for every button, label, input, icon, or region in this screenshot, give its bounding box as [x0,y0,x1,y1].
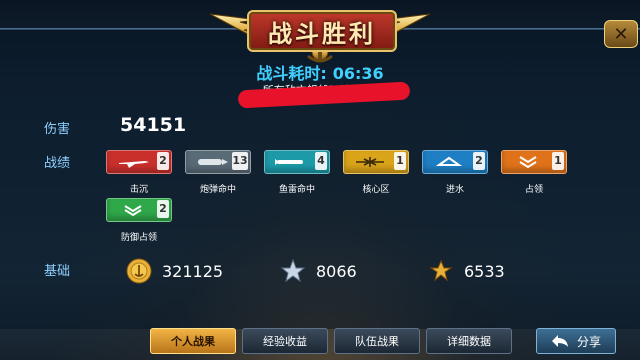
medal-count: 4 [315,152,327,170]
tab-detailed-data[interactable]: 详细数据 [426,328,512,354]
medal-badge: 2 [422,150,488,174]
tab-team-results[interactable]: 队伍战果 [334,328,420,354]
close-button[interactable]: ✕ [604,20,638,48]
coin-reward: 321125 [126,258,223,284]
medal-badge: 1 [501,150,567,174]
damage-label: 伤害 [44,122,71,137]
medal-count: 2 [157,152,169,170]
medal-count: 1 [552,152,564,170]
medal-count: 13 [232,152,248,170]
achievement-medal[interactable]: 2 防御占领 [106,198,172,243]
defend-icon [124,205,142,217]
coin-icon [126,258,152,284]
achievement-medal[interactable]: 1 核心区 [343,150,409,195]
battle-time-label: 战斗耗时: [256,64,327,83]
plane-icon [119,161,149,168]
battle-time-value: 06:36 [332,64,384,83]
achievement-medal[interactable]: 13 炮弹命中 [185,150,251,195]
experience-value: 8066 [316,261,357,281]
winged-star-icon [429,259,453,282]
star-icon [280,258,306,283]
tab-experience-earnings[interactable]: 经验收益 [242,328,328,354]
victory-title: 战斗胜利 [268,19,376,48]
core-icon [356,157,384,167]
medal-count: 2 [157,200,169,218]
torpedo-icon [275,159,303,165]
achievement-medal[interactable]: 1 占领 [501,150,567,195]
medal-badge: 13 [185,150,251,174]
shell-icon [198,159,228,165]
result-tabs: 个人战果 经验收益 队伍战果 详细数据 [150,328,512,354]
achievement-medal[interactable]: 2 击沉 [106,150,172,195]
base-label: 基础 [44,264,71,279]
medal-badge: 2 [106,198,172,222]
captain-exp-value: 6533 [464,261,505,281]
achievement-medal[interactable]: 2 进水 [422,150,488,195]
medal-caption: 炮弹命中 [199,185,236,195]
medal-caption: 防御占领 [120,233,157,243]
tab-personal-results[interactable]: 个人战果 [150,328,236,354]
coin-value: 321125 [162,261,224,281]
share-button[interactable]: 分享 [536,328,616,354]
medal-badge: 1 [343,150,409,174]
medal-count: 1 [394,152,406,170]
medal-count: 2 [473,152,485,170]
damage-value: 54151 [120,114,187,136]
experience-reward: 8066 [280,258,357,284]
medal-badge: 4 [264,150,330,174]
medal-caption: 击沉 [129,185,148,195]
close-icon: ✕ [613,23,629,45]
medal-caption: 进水 [445,185,464,195]
medal-caption: 核心区 [362,185,390,195]
medal-badge: 2 [106,150,172,174]
back-arrow-icon [551,335,568,347]
share-label: 分享 [576,334,601,349]
capture-icon [519,156,537,169]
medal-caption: 占领 [524,185,543,195]
captain-exp-reward: 6533 [428,258,505,284]
achievements-label: 战绩 [44,156,71,171]
flood-icon [435,156,463,166]
achievement-medal[interactable]: 4 鱼雷命中 [264,150,330,195]
battle-time: 战斗耗时: 06:36 [0,60,640,84]
medal-caption: 鱼雷命中 [278,185,315,195]
victory-banner: 战斗胜利 [247,10,397,52]
